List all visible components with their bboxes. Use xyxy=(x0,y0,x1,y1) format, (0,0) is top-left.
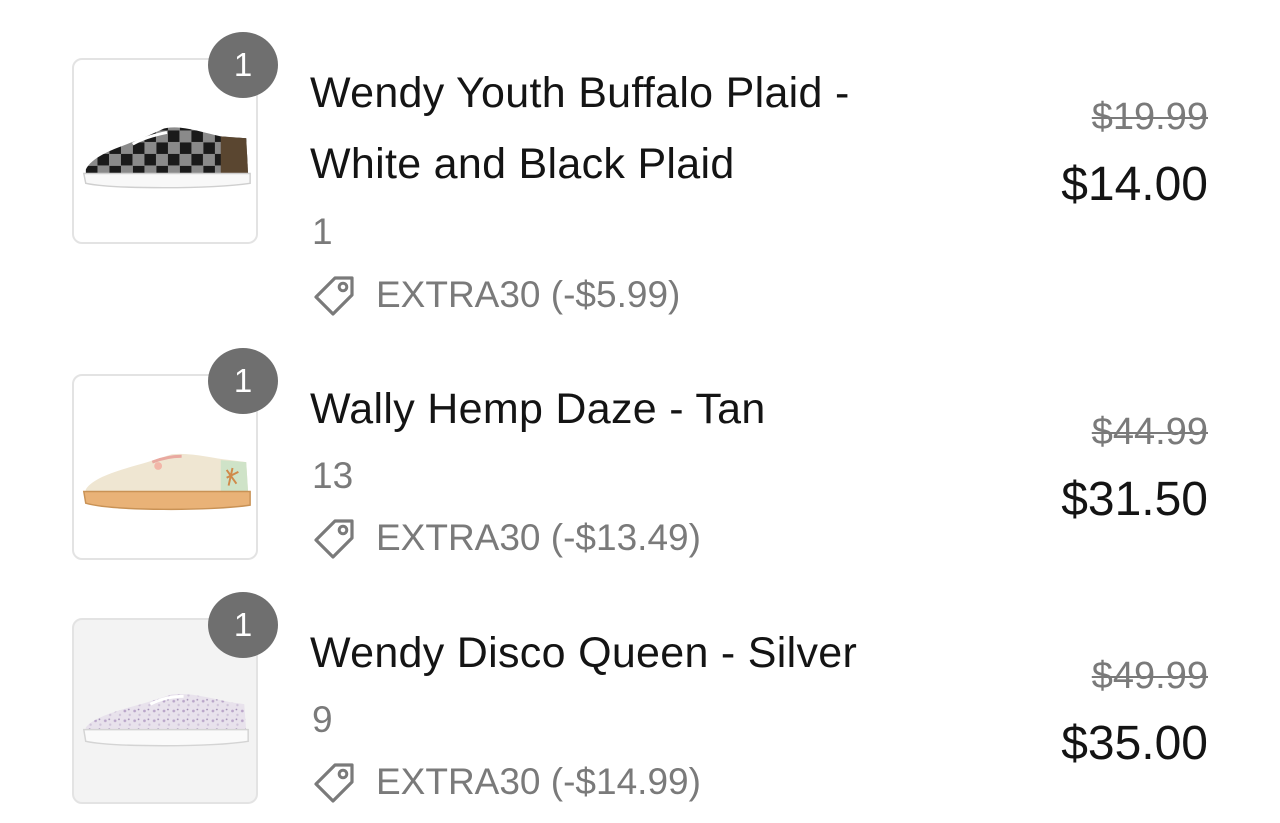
tag-icon xyxy=(314,276,354,316)
product-variant: 9 xyxy=(312,699,333,740)
cart-item-list: 1 Wendy Youth Buffalo Plaid - White and … xyxy=(0,0,1280,823)
discount-code: EXTRA30 (-$5.99) xyxy=(312,270,680,320)
product-variant: 13 xyxy=(312,455,354,496)
quantity-badge: 1 xyxy=(208,348,278,414)
product-title-line: Wally Hemp Daze - Tan xyxy=(310,385,766,433)
original-price: $49.99 xyxy=(1091,655,1208,697)
product-title-line: Wendy Youth Buffalo Plaid - xyxy=(310,69,850,117)
discount-code: EXTRA30 (-$14.99) xyxy=(312,757,701,807)
sale-price: $35.00 xyxy=(1061,717,1208,770)
product-title[interactable]: Wendy Youth Buffalo Plaid - White and Bl… xyxy=(310,58,950,200)
sale-price: $14.00 xyxy=(1061,158,1208,211)
quantity-badge: 1 xyxy=(208,32,278,98)
discount-label: EXTRA30 (-$14.99) xyxy=(376,761,701,802)
product-title[interactable]: Wally Hemp Daze - Tan xyxy=(310,374,950,445)
original-price: $44.99 xyxy=(1091,411,1208,453)
product-title[interactable]: Wendy Disco Queen - Silver xyxy=(310,618,950,689)
product-title-line: White and Black Plaid xyxy=(310,140,735,188)
tag-icon xyxy=(314,519,354,559)
discount-label: EXTRA30 (-$13.49) xyxy=(376,517,701,558)
quantity-badge: 1 xyxy=(208,592,278,658)
tag-icon xyxy=(314,763,354,803)
sale-price: $31.50 xyxy=(1061,473,1208,526)
discount-label: EXTRA30 (-$5.99) xyxy=(376,274,681,315)
product-variant: 1 xyxy=(312,211,333,252)
discount-code: EXTRA30 (-$13.49) xyxy=(312,513,701,563)
product-title-line: Wendy Disco Queen - Silver xyxy=(310,629,858,677)
original-price: $19.99 xyxy=(1091,96,1208,138)
